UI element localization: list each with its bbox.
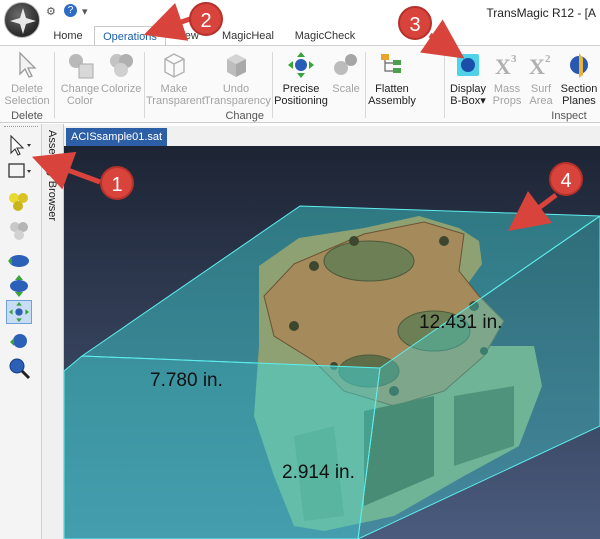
left-toolbar xyxy=(0,124,42,539)
group-label-delete: Delete xyxy=(11,110,43,122)
scale-button[interactable]: Scale xyxy=(330,50,362,95)
height-dimension-label: 2.914 in. xyxy=(282,462,355,483)
pan-view-icon[interactable] xyxy=(6,274,32,298)
assembly-browser-panel[interactable]: Assembly Browser xyxy=(42,124,64,539)
quick-access-more-icon[interactable]: ▾ xyxy=(82,5,88,18)
colorize-button[interactable]: Colorize xyxy=(101,50,141,95)
section-planes-button[interactable]: Section Planes xyxy=(558,50,600,107)
select-faces-icon[interactable] xyxy=(6,218,32,242)
section-plane-icon xyxy=(570,53,588,78)
svg-text:X: X xyxy=(529,54,545,79)
scale-spheres-icon xyxy=(334,54,357,75)
ribbon-separator xyxy=(144,52,145,118)
callout-3: 3 xyxy=(398,6,432,40)
ribbon: Delete Selection Delete Change Color Col… xyxy=(0,45,600,123)
mass-props-button[interactable]: X 3 Mass Props xyxy=(490,50,524,107)
group-label-inspect: Inspect xyxy=(551,110,587,122)
cursor-arrow-icon xyxy=(19,51,37,78)
make-transparent-button[interactable]: Make Transparent xyxy=(146,50,205,107)
move-view-icon[interactable] xyxy=(6,300,32,324)
3d-viewport[interactable]: 7.780 in. 12.431 in. 2.914 in. xyxy=(64,146,600,539)
x-squared-icon: X 2 xyxy=(529,53,551,79)
length-dimension-label: 12.431 in. xyxy=(419,312,503,333)
width-dimension-label: 7.780 in. xyxy=(150,370,223,391)
ribbon-tabs: Home Operations View MagicHeal MagicChec… xyxy=(0,24,600,46)
display-bbox-button[interactable]: Display B-Box▾ xyxy=(446,50,490,107)
tab-magicheal[interactable]: MagicHeal xyxy=(215,26,281,46)
document-tab-bar: ACISsample01.sat xyxy=(64,126,600,146)
precise-positioning-button[interactable]: Precise Positioning xyxy=(272,50,330,107)
gear-icon[interactable]: ⚙ xyxy=(46,5,56,18)
flatten-assembly-button[interactable]: Flatten Assembly xyxy=(366,50,418,107)
x-cubed-icon: X 3 xyxy=(495,53,517,79)
assembly-browser-label: Assembly Browser xyxy=(46,130,58,222)
svg-text:X: X xyxy=(495,54,511,79)
palette-icon xyxy=(69,54,94,79)
window-title: TransMagic R12 - [A xyxy=(486,6,596,20)
document-tab[interactable]: ACISsample01.sat xyxy=(66,128,168,146)
bounding-box-icon xyxy=(457,54,479,76)
tab-home[interactable]: Home xyxy=(46,26,90,46)
toolbar-grip xyxy=(4,126,38,129)
tab-magiccheck[interactable]: MagicCheck xyxy=(289,26,361,46)
ribbon-separator xyxy=(444,52,445,118)
ribbon-separator xyxy=(54,52,55,118)
svg-text:3: 3 xyxy=(511,53,517,65)
callout-4: 4 xyxy=(549,162,583,196)
flatten-assembly-icon xyxy=(381,54,401,73)
callout-1: 1 xyxy=(100,166,134,200)
select-bodies-icon[interactable] xyxy=(6,190,32,214)
positioning-arrows-icon xyxy=(288,52,314,78)
transparent-cube-icon xyxy=(164,53,185,78)
change-color-button[interactable]: Change Color xyxy=(58,50,102,107)
colorize-spheres-icon xyxy=(110,54,133,77)
box-select-icon[interactable] xyxy=(6,160,32,184)
solid-cube-icon xyxy=(227,54,246,77)
undo-transparency-button[interactable]: Undo Transparency xyxy=(204,50,271,107)
tab-operations[interactable]: Operations xyxy=(94,26,166,46)
svg-text:2: 2 xyxy=(545,53,551,65)
zoom-icon[interactable] xyxy=(6,330,32,354)
select-pointer-icon[interactable] xyxy=(6,134,32,158)
group-label-change: Change xyxy=(225,110,264,122)
rotate-view-icon[interactable] xyxy=(6,248,32,272)
delete-selection-button[interactable]: Delete Selection xyxy=(4,50,50,107)
help-icon[interactable]: ? xyxy=(64,4,77,17)
zoom-window-icon[interactable] xyxy=(6,356,32,380)
callout-2: 2 xyxy=(189,2,223,36)
surf-area-button[interactable]: X 2 Surf Area xyxy=(524,50,558,107)
